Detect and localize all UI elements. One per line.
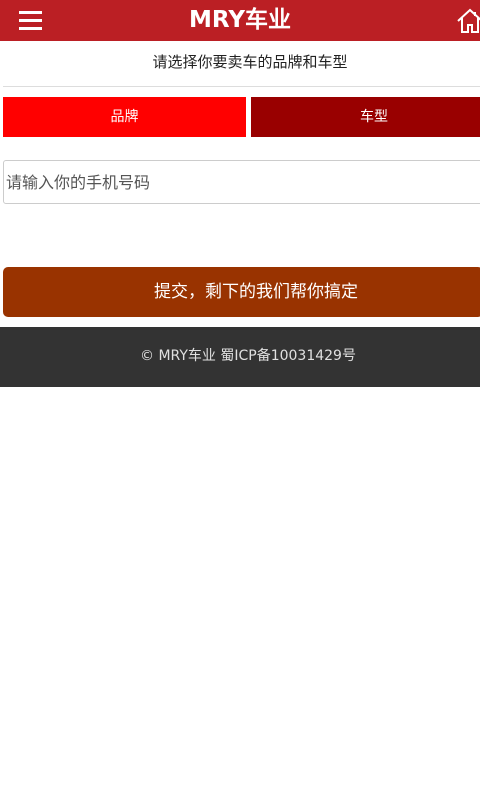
submit-button[interactable]: 提交，剩下的我们帮你搞定 [3,267,480,317]
logo: MRY车业 [189,7,291,33]
tab-model[interactable]: 车型 [251,97,480,137]
tab-brand-label: 品牌 [110,109,139,125]
footer: © MRY车业 蜀ICP备10031429号 [0,327,480,387]
tab-model-label: 车型 [360,109,388,125]
divider [3,86,480,87]
submit-button-label: 提交，剩下的我们帮你搞定 [154,282,358,302]
home-icon[interactable] [456,8,480,34]
tab-brand[interactable]: 品牌 [3,97,246,137]
footer-copyright: © MRY车业 蜀ICP备10031429号 [140,348,356,364]
hamburger-menu-icon[interactable] [19,11,43,31]
instruction-text: 请选择你要卖车的品牌和车型 [152,53,348,71]
phone-input[interactable] [3,160,480,204]
app-header: MRY车业 [0,0,480,41]
